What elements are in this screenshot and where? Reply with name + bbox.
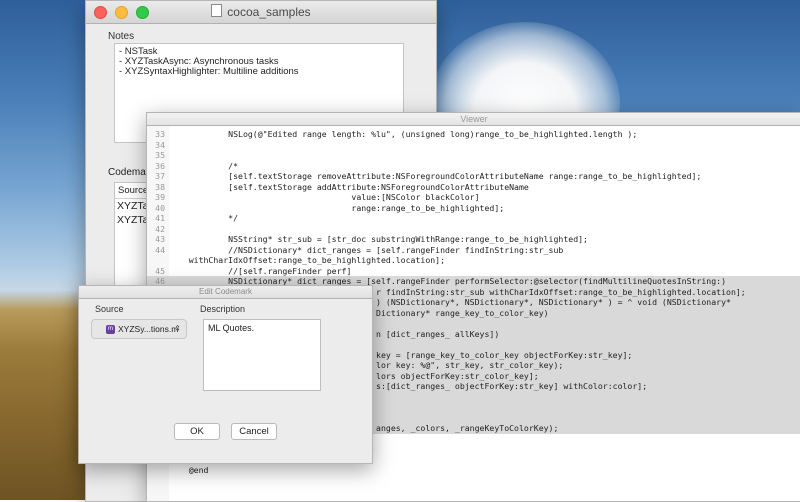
code-line[interactable]: withCharIdxOffset:range_to_be_highlighte… [147,255,800,266]
source-label: Source [95,304,124,314]
edit-codemark-dialog: Edit Codemark Source Description m XYZSy… [78,285,373,464]
code-line[interactable]: 40 range:range_to_be_highlighted]; [147,203,800,214]
ok-button[interactable]: OK [174,423,220,440]
line-number: 42 [155,223,165,234]
code-line[interactable]: 43 NSString* str_sub = [str_doc substrin… [147,234,800,245]
line-number: 33 [155,129,165,139]
code-text: @end [169,465,209,475]
code-text: NSLog(@"Edited range length: %lu", (unsi… [169,129,638,139]
line-number: 37 [155,171,165,181]
line-number: 39 [155,192,165,202]
code-line[interactable]: 42 [147,224,800,235]
code-text: //NSDictionary* dict_ranges = [self.rang… [169,244,564,255]
code-line[interactable]: 33 NSLog(@"Edited range length: %lu", (u… [147,129,800,140]
code-text: NSString* str_sub = [str_doc substringWi… [169,234,588,244]
main-titlebar[interactable]: cocoa_samples [86,1,436,24]
line-number: 44 [155,244,165,255]
code-line[interactable]: 41 */ [147,213,800,224]
objc-file-icon: m [106,325,115,334]
code-text: /* [169,160,239,171]
code-text: range:range_to_be_highlighted]; [169,202,505,213]
code-line[interactable]: 37 [self.textStorage removeAttribute:NSF… [147,171,800,182]
code-line[interactable]: 38 [self.textStorage addAttribute:NSFore… [147,182,800,193]
traffic-lights [94,6,149,19]
code-line[interactable]: @end [147,465,800,476]
description-field[interactable]: ML Quotes. [203,319,321,391]
code-line[interactable]: 34 [147,140,800,151]
code-text: [self.textStorage removeAttribute:NSFore… [169,171,702,181]
code-line[interactable]: 45 //[self.rangeFinder perf] [147,266,800,277]
line-number: 38 [155,181,165,192]
code-text: */ [169,213,239,223]
code-text: withCharIdxOffset:range_to_be_highlighte… [169,255,446,265]
code-line[interactable]: 36 /* [147,161,800,172]
line-number: 45 [155,265,165,276]
close-icon[interactable] [94,6,107,19]
description-label: Description [200,304,246,314]
code-line[interactable]: 35 [147,150,800,161]
line-number: 41 [155,213,165,223]
code-line[interactable]: 39 value:[NSColor blackColor] [147,192,800,203]
notes-label: Notes [108,31,135,42]
window-title: cocoa_samples [227,5,311,19]
source-value: XYZSy...tions.m [118,324,179,334]
line-number: 43 [155,234,165,244]
viewer-titlebar[interactable]: Viewer [147,113,800,126]
minimize-icon[interactable] [115,6,128,19]
chevron-updown-icon: ⇕ [174,324,181,333]
notes-line: - XYZSyntaxHighlighter: Multiline additi… [119,66,299,77]
code-text: [self.textStorage addAttribute:NSForegro… [169,181,529,192]
cancel-button[interactable]: Cancel [231,423,277,440]
line-number: 40 [155,202,165,213]
code-line[interactable]: 44 //NSDictionary* dict_ranges = [self.r… [147,245,800,256]
line-number: 34 [155,139,165,150]
source-popup-button[interactable]: m XYZSy...tions.m ⇕ [91,319,187,339]
code-text: value:[NSColor blackColor] [169,192,480,202]
code-text: //[self.rangeFinder perf] [169,265,352,276]
zoom-icon[interactable] [136,6,149,19]
dialog-titlebar[interactable]: Edit Codemark [79,286,372,299]
document-icon [211,4,223,17]
line-number: 36 [155,160,165,171]
line-number: 35 [155,150,165,160]
